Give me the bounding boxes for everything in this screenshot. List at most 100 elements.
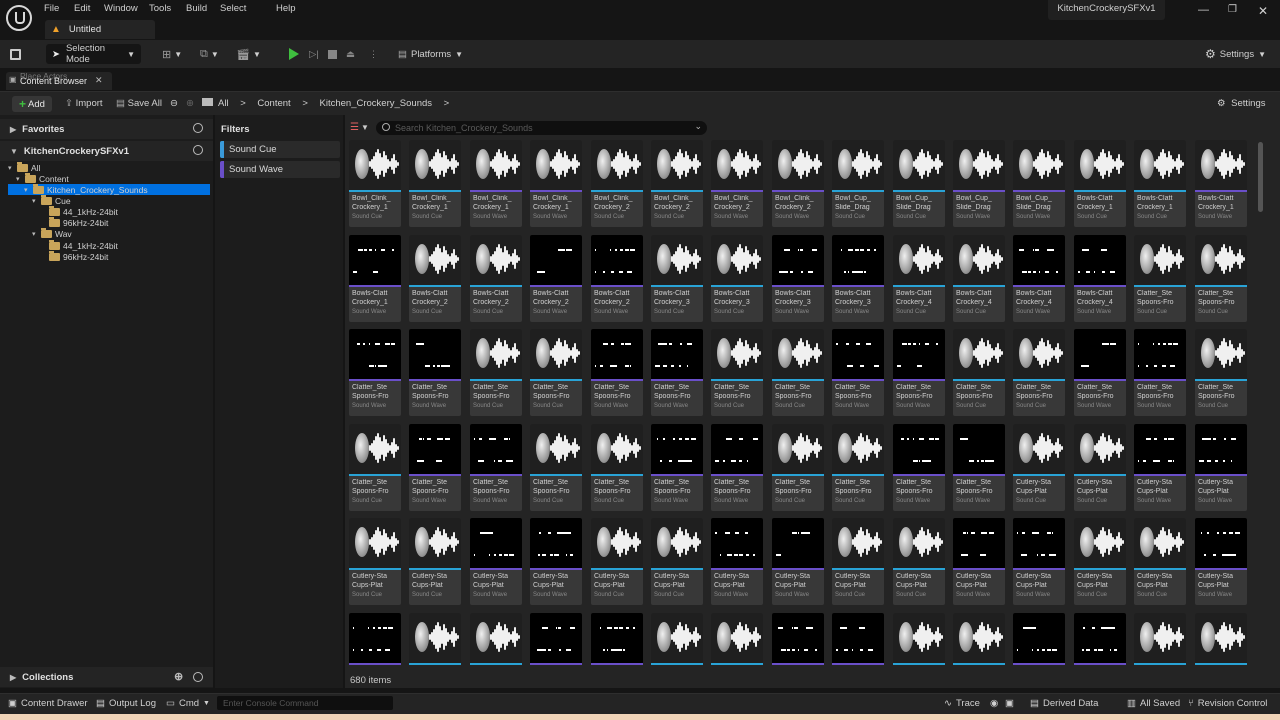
- asset-tile[interactable]: Clatter_Ste Spoons-Fro Sound Wave: [591, 329, 643, 416]
- add-collection-icon[interactable]: ⊕: [174, 670, 183, 683]
- asset-tile[interactable]: Clatter_Ste Spoons-Fro Sound Wave: [409, 424, 461, 511]
- platforms-dropdown[interactable]: ▤ Platforms ▼: [398, 44, 463, 64]
- asset-tile[interactable]: Bowls-Clatt Crockery_1 Sound Cue: [1134, 140, 1186, 227]
- search-icon[interactable]: [193, 672, 203, 682]
- revision-control-button[interactable]: ⑂ Revision Control: [1188, 698, 1267, 709]
- chevron-down-icon[interactable]: ⌄: [694, 121, 702, 132]
- asset-tile[interactable]: Clatter_Ste Spoons-Fro Sound Wave: [651, 424, 703, 511]
- output-log-button[interactable]: ▤ Output Log: [96, 698, 156, 709]
- asset-tile[interactable]: Cutlery-Sta Cups-Plat Sound Cue: [1074, 424, 1126, 511]
- asset-tile[interactable]: Bowl_Clink_ Crockery_2 Sound Cue: [651, 140, 703, 227]
- camera-icon[interactable]: ▣: [1005, 698, 1014, 709]
- asset-tile[interactable]: [349, 613, 401, 665]
- asset-tile[interactable]: Cutlery-Sta Cups-Plat Sound Wave: [1134, 424, 1186, 511]
- chevron-down-icon[interactable]: ▾: [32, 230, 41, 238]
- trace-button[interactable]: ∿ Trace: [944, 698, 980, 709]
- asset-tile[interactable]: Cutlery-Sta Cups-Plat Sound Cue: [1134, 518, 1186, 605]
- asset-tile[interactable]: [1013, 613, 1065, 665]
- blueprint-icon[interactable]: ⧉ ▼: [200, 44, 219, 64]
- filter-sound-wave[interactable]: Sound Wave: [220, 161, 340, 178]
- asset-tile[interactable]: Clatter_Ste Spoons-Fro Sound Wave: [893, 424, 945, 511]
- tree-item[interactable]: 96kHz-24bit: [40, 216, 108, 228]
- asset-tile[interactable]: [651, 613, 703, 665]
- chevron-down-icon[interactable]: ▾: [16, 175, 25, 183]
- asset-tile[interactable]: Bowls-Clatt Crockery_1 Sound Wave: [349, 235, 401, 322]
- content-browser-tab[interactable]: ▣ Place Actors Content Browser ✕: [6, 71, 112, 90]
- asset-tile[interactable]: [470, 613, 522, 665]
- asset-tile[interactable]: Bowl_Cup_ Slide_Drag Sound Cue: [893, 140, 945, 227]
- asset-tile[interactable]: Clatter_Ste Spoons-Fro Sound Cue: [1195, 329, 1247, 416]
- asset-tile[interactable]: Clatter_Ste Spoons-Fro Sound Cue: [470, 329, 522, 416]
- asset-tile[interactable]: Cutlery-Sta Cups-Plat Sound Wave: [530, 518, 582, 605]
- asset-tile[interactable]: Clatter_Ste Spoons-Fro Sound Wave: [953, 424, 1005, 511]
- asset-tile[interactable]: Bowl_Cup_ Slide_Drag Sound Wave: [953, 140, 1005, 227]
- asset-tile[interactable]: Cutlery-Sta Cups-Plat Sound Wave: [470, 518, 522, 605]
- asset-tile[interactable]: Cutlery-Sta Cups-Plat Sound Cue: [1074, 518, 1126, 605]
- asset-tile[interactable]: Bowls-Clatt Crockery_2 Sound Cue: [409, 235, 461, 322]
- menu-edit[interactable]: Edit: [74, 3, 90, 14]
- forward-icon[interactable]: ⊕: [186, 98, 194, 109]
- cinematics-icon[interactable]: 🎬︎ ▼: [236, 44, 261, 64]
- menu-build[interactable]: Build: [186, 3, 207, 14]
- close-tab-icon[interactable]: ✕: [95, 75, 103, 86]
- asset-tile[interactable]: Clatter_Ste Spoons-Fro Sound Cue: [772, 329, 824, 416]
- asset-tile[interactable]: [1134, 613, 1186, 665]
- asset-tile[interactable]: Clatter_Ste Spoons-Fro Sound Wave: [651, 329, 703, 416]
- asset-tile[interactable]: [772, 613, 824, 665]
- asset-tile[interactable]: Bowls-Clatt Crockery_2 Sound Cue: [470, 235, 522, 322]
- asset-tile[interactable]: Cutlery-Sta Cups-Plat Sound Cue: [1013, 424, 1065, 511]
- asset-tile[interactable]: Clatter_Ste Spoons-Fro Sound Cue: [1195, 235, 1247, 322]
- asset-tile[interactable]: Clatter_Ste Spoons-Fro Sound Cue: [591, 424, 643, 511]
- tree-item[interactable]: ▾ All: [8, 161, 40, 173]
- asset-tile[interactable]: Clatter_Ste Spoons-Fro Sound Cue: [530, 424, 582, 511]
- asset-tile[interactable]: Bowl_Clink_ Crockery_1 Sound Wave: [530, 140, 582, 227]
- asset-tile[interactable]: Bowl_Cup_ Slide_Drag Sound Wave: [1013, 140, 1065, 227]
- asset-tile[interactable]: Cutlery-Sta Cups-Plat Sound Cue: [409, 518, 461, 605]
- asset-tile[interactable]: Clatter_Ste Spoons-Fro Sound Cue: [530, 329, 582, 416]
- asset-tile[interactable]: Clatter_Ste Spoons-Fro Sound Cue: [772, 424, 824, 511]
- tree-item[interactable]: 44_1kHz-24bit: [40, 205, 118, 217]
- level-tab[interactable]: ▲ Untitled: [45, 20, 155, 39]
- asset-tile[interactable]: Bowls-Clatt Crockery_3 Sound Cue: [651, 235, 703, 322]
- unreal-logo-icon[interactable]: [6, 5, 32, 31]
- close-window-icon[interactable]: ✕: [1258, 4, 1268, 18]
- asset-tile[interactable]: [953, 613, 1005, 665]
- asset-tile[interactable]: [1074, 613, 1126, 665]
- asset-tile[interactable]: Cutlery-Sta Cups-Plat Sound Cue: [651, 518, 703, 605]
- stop-icon[interactable]: [328, 44, 337, 64]
- chevron-down-icon[interactable]: ▾: [24, 186, 33, 194]
- asset-tile[interactable]: Bowls-Clatt Crockery_3 Sound Wave: [772, 235, 824, 322]
- asset-scrollbar[interactable]: [1258, 142, 1263, 212]
- asset-tile[interactable]: Bowl_Clink_ Crockery_2 Sound Cue: [591, 140, 643, 227]
- asset-tile[interactable]: Clatter_Ste Spoons-Fro Sound Cue: [1013, 329, 1065, 416]
- asset-tile[interactable]: Bowls-Clatt Crockery_4 Sound Wave: [1074, 235, 1126, 322]
- chevron-down-icon[interactable]: ▾: [8, 164, 17, 172]
- folder-icon[interactable]: [202, 98, 213, 109]
- asset-tile[interactable]: Clatter_Ste Spoons-Fro Sound Wave: [470, 424, 522, 511]
- asset-tile[interactable]: Bowl_Clink_ Crockery_2 Sound Wave: [711, 140, 763, 227]
- asset-tile[interactable]: [711, 613, 763, 665]
- asset-tile[interactable]: Clatter_Ste Spoons-Fro Sound Wave: [1074, 329, 1126, 416]
- asset-tile[interactable]: Clatter_Ste Spoons-Fro Sound Cue: [832, 424, 884, 511]
- favorites-header[interactable]: ▶ Favorites: [0, 119, 213, 139]
- cmd-dropdown[interactable]: ▭ Cmd ▼: [166, 698, 210, 709]
- breadcrumb-all[interactable]: All: [218, 98, 229, 109]
- asset-tile[interactable]: Bowl_Clink_ Crockery_1 Sound Cue: [409, 140, 461, 227]
- asset-tile[interactable]: Clatter_Ste Spoons-Fro Sound Cue: [349, 424, 401, 511]
- toolbar-settings-button[interactable]: ⚙ Settings ▼: [1205, 44, 1266, 64]
- asset-tile[interactable]: [591, 613, 643, 665]
- asset-tile[interactable]: [530, 613, 582, 665]
- add-button[interactable]: + Add: [12, 96, 52, 112]
- asset-tile[interactable]: Clatter_Ste Spoons-Fro Sound Wave: [349, 329, 401, 416]
- asset-tile[interactable]: Clatter_Ste Spoons-Fro Sound Wave: [893, 329, 945, 416]
- asset-tile[interactable]: Clatter_Ste Spoons-Fro Sound Cue: [953, 329, 1005, 416]
- asset-tile[interactable]: Clatter_Ste Spoons-Fro Sound Wave: [409, 329, 461, 416]
- filter-icon[interactable]: ☰ ▼: [350, 122, 369, 133]
- play-button[interactable]: [289, 44, 299, 64]
- tree-item[interactable]: 96kHz-24bit: [40, 250, 108, 262]
- breadcrumb-folder[interactable]: Kitchen_Crockery_Sounds: [320, 98, 432, 109]
- asset-tile[interactable]: Bowls-Clatt Crockery_3 Sound Wave: [832, 235, 884, 322]
- menu-tools[interactable]: Tools: [149, 3, 171, 14]
- search-icon[interactable]: [193, 145, 203, 155]
- maximize-icon[interactable]: ❐: [1228, 4, 1237, 15]
